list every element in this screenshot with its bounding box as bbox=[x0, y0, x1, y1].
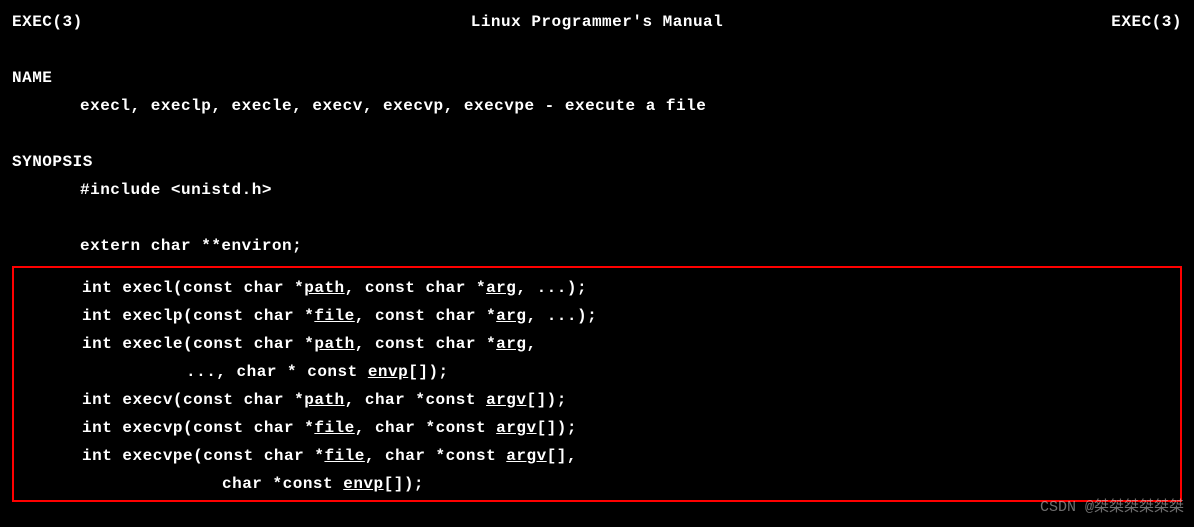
sig-execle-line2: ..., char * const envp[]); bbox=[14, 358, 1180, 386]
sig-text: , ...); bbox=[526, 307, 597, 325]
header-left: EXEC(3) bbox=[12, 8, 83, 36]
param-arg: arg bbox=[496, 335, 526, 353]
sig-execvpe-line1: int execvpe(const char *file, char *cons… bbox=[14, 442, 1180, 470]
param-envp: envp bbox=[368, 363, 408, 381]
header-center: Linux Programmer's Manual bbox=[471, 8, 724, 36]
sig-text: , ...); bbox=[516, 279, 587, 297]
sig-text: []); bbox=[537, 419, 577, 437]
sig-text: , char *const bbox=[345, 391, 486, 409]
sig-text: int execv(const char * bbox=[82, 391, 304, 409]
sig-execl: int execl(const char *path, const char *… bbox=[14, 274, 1180, 302]
include-line: #include <unistd.h> bbox=[12, 176, 1182, 204]
param-argv: argv bbox=[486, 391, 526, 409]
section-name-heading: NAME bbox=[12, 64, 1182, 92]
blank-line bbox=[12, 120, 1182, 148]
param-path: path bbox=[314, 335, 354, 353]
sig-text: [], bbox=[547, 447, 577, 465]
sig-text: int execvp(const char * bbox=[82, 419, 314, 437]
section-name-body: execl, execlp, execle, execv, execvp, ex… bbox=[12, 92, 1182, 120]
param-path: path bbox=[304, 279, 344, 297]
sig-text: int execl(const char * bbox=[82, 279, 304, 297]
highlighted-signatures-box: int execl(const char *path, const char *… bbox=[12, 266, 1182, 502]
param-argv: argv bbox=[496, 419, 536, 437]
header-right: EXEC(3) bbox=[1111, 8, 1182, 36]
sig-text: ..., char * const bbox=[186, 363, 368, 381]
sig-text: int execvpe(const char * bbox=[82, 447, 324, 465]
sig-execvp: int execvp(const char *file, char *const… bbox=[14, 414, 1180, 442]
param-arg: arg bbox=[486, 279, 516, 297]
param-arg: arg bbox=[496, 307, 526, 325]
param-argv: argv bbox=[506, 447, 546, 465]
sig-text: int execlp(const char * bbox=[82, 307, 314, 325]
sig-text: int execle(const char * bbox=[82, 335, 314, 353]
sig-text: , bbox=[526, 335, 536, 353]
sig-execvpe-line2: char *const envp[]); bbox=[14, 470, 1180, 498]
sig-text: , char *const bbox=[355, 419, 496, 437]
sig-text: []); bbox=[384, 475, 424, 493]
sig-text: , const char * bbox=[345, 279, 486, 297]
blank-line bbox=[12, 204, 1182, 232]
sig-execv: int execv(const char *path, char *const … bbox=[14, 386, 1180, 414]
sig-text: , const char * bbox=[355, 335, 496, 353]
extern-line: extern char **environ; bbox=[12, 232, 1182, 260]
sig-text: , const char * bbox=[355, 307, 496, 325]
sig-text: char *const bbox=[222, 475, 343, 493]
param-path: path bbox=[304, 391, 344, 409]
sig-execlp: int execlp(const char *file, const char … bbox=[14, 302, 1180, 330]
sig-text: , char *const bbox=[365, 447, 506, 465]
section-synopsis-heading: SYNOPSIS bbox=[12, 148, 1182, 176]
sig-text: []); bbox=[408, 363, 448, 381]
sig-execle-line1: int execle(const char *path, const char … bbox=[14, 330, 1180, 358]
manpage-header: EXEC(3) Linux Programmer's Manual EXEC(3… bbox=[12, 8, 1182, 36]
param-file: file bbox=[314, 419, 354, 437]
param-file: file bbox=[324, 447, 364, 465]
watermark-text: CSDN @桀桀桀桀桀桀 bbox=[1040, 495, 1184, 521]
sig-text: []); bbox=[526, 391, 566, 409]
param-file: file bbox=[314, 307, 354, 325]
param-envp: envp bbox=[343, 475, 383, 493]
